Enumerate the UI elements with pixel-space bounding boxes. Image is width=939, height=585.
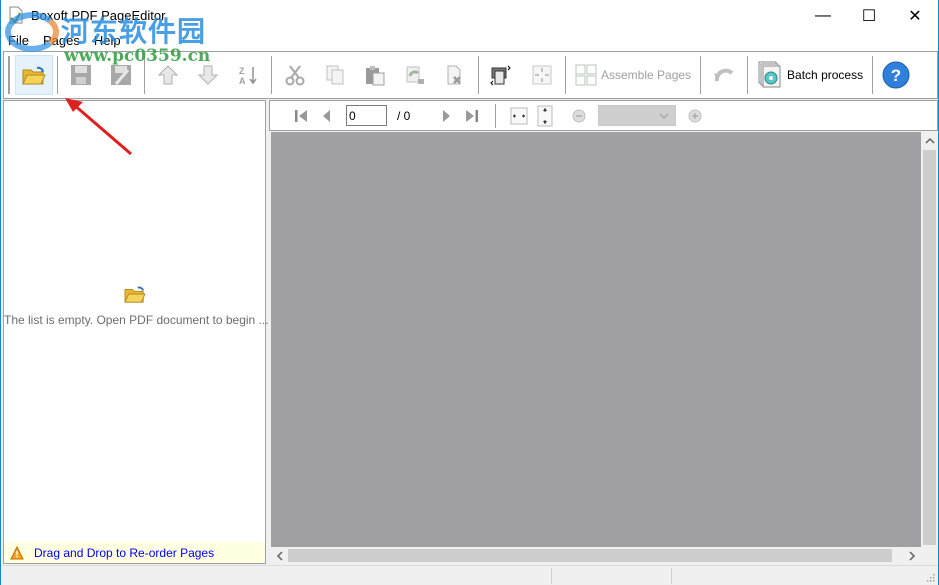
horizontal-scrollbar[interactable] bbox=[271, 547, 921, 564]
zoom-in-icon bbox=[688, 109, 702, 122]
paste-button[interactable] bbox=[356, 55, 394, 95]
pdf-preview-canvas[interactable] bbox=[271, 132, 921, 547]
toolbar-separator bbox=[872, 56, 874, 94]
chevron-down-icon bbox=[659, 113, 669, 119]
first-page-button[interactable] bbox=[288, 104, 314, 128]
delete-page-icon bbox=[447, 65, 461, 85]
floppy-icon bbox=[71, 65, 91, 85]
status-bar bbox=[1, 565, 938, 585]
annotation-arrow-icon bbox=[65, 98, 132, 156]
copy-icon bbox=[326, 65, 344, 85]
first-page-icon bbox=[295, 109, 307, 122]
help-button[interactable]: ? bbox=[877, 55, 915, 95]
prev-page-button[interactable] bbox=[314, 104, 340, 128]
page-total: / 0 bbox=[397, 108, 411, 123]
app-window: Boxoft PDF PageEditor — ☐ ✕ File Pages H… bbox=[0, 0, 939, 585]
page-layout-icon bbox=[490, 65, 511, 86]
fit-width-button[interactable] bbox=[506, 104, 532, 128]
viewer-toolbar: / 0 bbox=[269, 100, 938, 131]
page-number-input[interactable] bbox=[346, 105, 387, 126]
empty-list-message: The list is empty. Open PDF document to … bbox=[4, 313, 269, 327]
folder-open-icon bbox=[22, 66, 46, 85]
paste-icon bbox=[366, 66, 385, 86]
sort-button[interactable]: ZA bbox=[229, 55, 267, 95]
batch-process-icon bbox=[758, 61, 781, 88]
fit-width-icon bbox=[510, 107, 528, 124]
zoom-select[interactable] bbox=[598, 105, 676, 126]
arrow-down-icon bbox=[197, 65, 219, 85]
assemble-pages-label: Assemble Pages bbox=[601, 68, 692, 82]
toolbar-grip[interactable] bbox=[8, 56, 10, 94]
drag-drop-hint: Drag and Drop to Re-order Pages bbox=[4, 542, 265, 563]
toolbar-separator bbox=[700, 56, 702, 94]
status-divider bbox=[671, 568, 672, 584]
page-list-pane[interactable]: The list is empty. Open PDF document to … bbox=[3, 100, 269, 564]
toolbar-separator bbox=[495, 103, 496, 128]
page-layout-button[interactable] bbox=[483, 55, 521, 95]
sort-za-icon: ZA bbox=[239, 66, 257, 86]
cut-button[interactable] bbox=[276, 55, 314, 95]
warning-icon bbox=[10, 545, 24, 559]
svg-text:A: A bbox=[239, 76, 246, 86]
toolbar-separator bbox=[565, 56, 566, 94]
floppy-edit-icon bbox=[111, 65, 131, 85]
svg-text:Z: Z bbox=[239, 66, 245, 76]
last-page-button[interactable] bbox=[459, 104, 485, 128]
close-icon: ✕ bbox=[908, 7, 922, 25]
minimize-button[interactable]: — bbox=[800, 0, 846, 31]
toolbar-separator bbox=[747, 56, 749, 94]
scroll-right-icon[interactable] bbox=[909, 551, 916, 561]
maximize-button[interactable]: ☐ bbox=[846, 0, 892, 31]
zoom-out-icon bbox=[572, 109, 586, 122]
watermark-text: 河东软件园 bbox=[61, 15, 207, 48]
scroll-left-icon[interactable] bbox=[276, 551, 283, 561]
toolbar-separator bbox=[478, 56, 479, 94]
maximize-icon: ☐ bbox=[861, 7, 877, 25]
minimize-icon: — bbox=[815, 6, 831, 24]
fit-icon bbox=[532, 65, 552, 85]
drag-drop-hint-text: Drag and Drop to Re-order Pages bbox=[34, 545, 215, 560]
watermark-logo bbox=[5, 12, 59, 52]
arrow-up-icon bbox=[157, 65, 179, 85]
svg-text:?: ? bbox=[891, 66, 901, 85]
help-icon: ? bbox=[882, 61, 910, 89]
vertical-scroll-thumb[interactable] bbox=[923, 150, 936, 545]
delete-page-button[interactable] bbox=[436, 55, 474, 95]
next-page-icon bbox=[443, 109, 450, 122]
toolbar-separator bbox=[57, 56, 58, 94]
fit-button[interactable] bbox=[523, 55, 561, 95]
last-page-icon bbox=[466, 109, 478, 122]
assemble-pages-icon bbox=[575, 64, 597, 86]
folder-open-icon bbox=[123, 286, 146, 303]
copy-button[interactable] bbox=[316, 55, 354, 95]
zoom-out-button[interactable] bbox=[566, 104, 592, 128]
horizontal-scroll-thumb[interactable] bbox=[288, 549, 892, 562]
zoom-in-button[interactable] bbox=[682, 104, 708, 128]
close-button[interactable]: ✕ bbox=[892, 0, 938, 31]
assemble-pages-button[interactable]: Assemble Pages bbox=[569, 55, 697, 95]
empty-state: The list is empty. Open PDF document to … bbox=[4, 284, 269, 327]
watermark-url: www.pc0359.cn bbox=[64, 46, 211, 66]
fit-height-icon bbox=[537, 105, 553, 126]
toolbar-separator bbox=[271, 56, 272, 94]
status-divider bbox=[551, 568, 552, 584]
rotate-icon bbox=[406, 66, 424, 84]
rotate-page-button[interactable] bbox=[396, 55, 434, 95]
next-page-button[interactable] bbox=[433, 104, 459, 128]
prev-page-icon bbox=[323, 109, 330, 122]
open-pdf-button[interactable] bbox=[15, 55, 53, 95]
batch-process-label: Batch process bbox=[787, 68, 864, 82]
vertical-scrollbar[interactable] bbox=[921, 132, 938, 547]
undo-icon bbox=[714, 68, 734, 82]
batch-process-button[interactable]: Batch process bbox=[751, 55, 869, 95]
scissors-icon bbox=[285, 65, 305, 86]
scroll-up-icon[interactable] bbox=[925, 137, 935, 144]
undo-button[interactable] bbox=[705, 55, 743, 95]
fit-height-button[interactable] bbox=[532, 104, 558, 128]
resize-grip-icon[interactable] bbox=[925, 572, 935, 582]
